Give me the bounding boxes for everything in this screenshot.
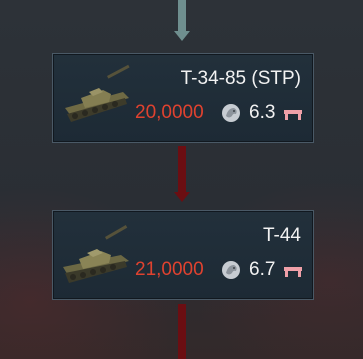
battle-rating: 6.3: [249, 102, 276, 123]
connector-line-locked: [178, 146, 186, 192]
silver-lions-icon: [222, 261, 240, 279]
vehicle-name: T-44: [262, 225, 301, 246]
tank-thumbnail-icon: [65, 64, 130, 122]
vehicle-class-icon: [284, 267, 302, 277]
research-cost: 21,0000: [135, 259, 204, 280]
connector-line-unlocked: [178, 0, 186, 34]
vehicle-name: T-34-85 (STP): [180, 68, 301, 89]
connector-arrow-unlocked: [174, 31, 190, 41]
vehicle-card-t-34-85-stp[interactable]: T-34-85 (STP) 20,0000 6.3: [52, 53, 314, 143]
research-cost: 20,0000: [135, 102, 204, 123]
vehicle-card-t-44[interactable]: T-44 21,0000 6.7: [52, 210, 314, 300]
battle-rating: 6.7: [249, 259, 276, 280]
silver-lions-icon: [222, 104, 240, 122]
connector-arrow-locked: [174, 192, 190, 202]
tank-thumbnail-icon: [63, 225, 129, 283]
connector-line-locked: [178, 304, 186, 359]
vehicle-class-icon: [284, 110, 302, 120]
